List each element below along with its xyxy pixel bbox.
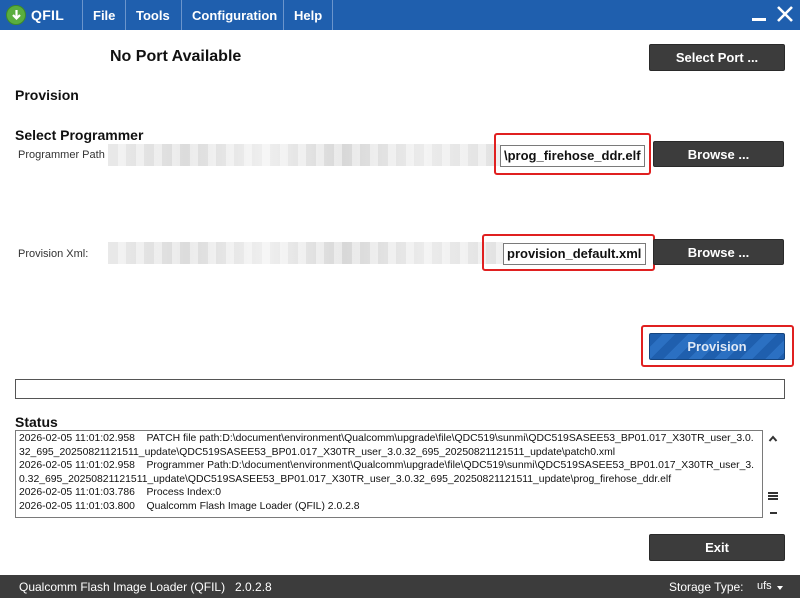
title-bar: QFIL File Tools Configuration Help [0,0,800,30]
programmer-path-highlight [494,133,651,175]
programmer-path-redacted [108,144,500,166]
scroll-up-icon[interactable] [768,431,778,442]
scroll-thumb-icon[interactable] [768,492,778,500]
log-line: 2026-02-05 11:01:02.958 PATCH file path:… [19,433,754,458]
chevron-down-icon[interactable] [777,586,783,590]
select-programmer-heading: Select Programmer [15,127,144,143]
provision-xml-redacted [108,242,503,264]
provision-button-highlight [641,325,794,367]
storage-type-label: Storage Type: [669,580,744,594]
download-arrow-icon [6,5,26,25]
status-log[interactable]: 2026-02-05 11:01:02.958 PATCH file path:… [15,430,763,518]
status-bar: Qualcomm Flash Image Loader (QFIL) 2.0.2… [0,575,800,598]
log-line: 2026-02-05 11:01:03.786 Process Index:0 [19,487,221,498]
exit-button[interactable]: Exit [649,534,785,561]
browse-programmer-button[interactable]: Browse ... [653,141,784,167]
port-status: No Port Available [110,48,242,65]
browse-xml-button[interactable]: Browse ... [653,239,784,265]
provision-xml-label: Provision Xml: [18,248,89,260]
log-line: 2026-02-05 11:01:02.958 Programmer Path:… [19,460,755,485]
progress-bar [15,379,785,399]
menu-file[interactable]: File [82,0,125,30]
provision-heading: Provision [15,87,79,103]
app-title: QFIL [31,7,65,23]
status-heading: Status [15,414,58,430]
provision-xml-highlight [482,234,655,271]
scroll-down-icon[interactable] [770,512,777,514]
statusbar-version: 2.0.2.8 [235,580,272,594]
menu-configuration[interactable]: Configuration [181,0,287,30]
programmer-path-label: Programmer Path [18,149,105,161]
menu-help[interactable]: Help [283,0,334,30]
log-line: 2026-02-05 11:01:03.800 Qualcomm Flash I… [19,500,360,512]
minimize-icon[interactable] [752,18,766,21]
select-port-button[interactable]: Select Port ... [649,44,785,71]
menu-tools[interactable]: Tools [125,0,180,30]
statusbar-app-name: Qualcomm Flash Image Loader (QFIL) [19,580,226,594]
storage-type-select[interactable]: ufs [757,580,772,592]
close-icon[interactable] [775,4,795,24]
